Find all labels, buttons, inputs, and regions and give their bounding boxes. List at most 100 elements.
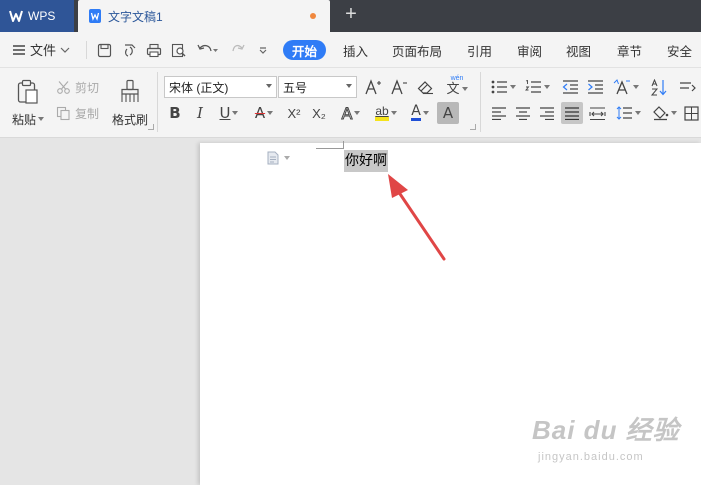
format-painter-button[interactable]: 格式刷 bbox=[108, 74, 152, 132]
change-case-button[interactable] bbox=[611, 76, 641, 98]
increase-indent-button[interactable] bbox=[584, 76, 606, 98]
grow-font-icon bbox=[365, 79, 381, 95]
cut-label: 剪切 bbox=[75, 80, 100, 95]
unsaved-indicator-icon bbox=[310, 13, 316, 19]
paste-label: 粘贴 bbox=[11, 112, 36, 127]
wps-app-tab[interactable]: WPS bbox=[0, 0, 74, 32]
new-tab-button[interactable]: + bbox=[340, 4, 362, 26]
menu-bar: 文件 开始 插入 页面布局 引用 审阅 视图 章节 安全 bbox=[0, 32, 701, 68]
font-name-select[interactable]: 宋体 (正文) bbox=[164, 76, 277, 98]
tab-insert[interactable]: 插入 bbox=[343, 40, 368, 60]
font-dialog-launcher[interactable] bbox=[470, 124, 476, 130]
highlight-button[interactable]: ab bbox=[370, 102, 402, 124]
align-justify-icon bbox=[565, 106, 579, 120]
paste-clipboard-icon bbox=[17, 79, 38, 104]
distributed-align-button[interactable] bbox=[586, 102, 608, 124]
change-case-icon bbox=[613, 79, 630, 95]
cut-button[interactable]: 剪切 bbox=[56, 78, 99, 96]
phonetic-guide-button[interactable]: wén 文 bbox=[442, 74, 472, 96]
title-bar: WPS 文字文稿1 + bbox=[0, 0, 701, 32]
undo-button[interactable] bbox=[194, 40, 220, 60]
font-name-value: 宋体 (正文) bbox=[169, 80, 229, 95]
justify-button[interactable] bbox=[561, 102, 583, 124]
decrease-indent-button[interactable] bbox=[559, 76, 581, 98]
numbering-button[interactable] bbox=[522, 76, 552, 98]
tab-view[interactable]: 视图 bbox=[566, 40, 591, 60]
italic-button[interactable]: I bbox=[189, 102, 211, 124]
bullets-button[interactable] bbox=[488, 76, 518, 98]
align-center-button[interactable] bbox=[512, 102, 534, 124]
numbering-dropdown-icon bbox=[543, 85, 550, 89]
shrink-font-button[interactable] bbox=[388, 76, 410, 98]
phonetic-label: 文 bbox=[446, 80, 460, 96]
underline-dropdown-icon bbox=[232, 111, 239, 115]
line-spacing-icon bbox=[616, 106, 632, 120]
shading-button[interactable] bbox=[649, 102, 679, 124]
change-case-dropdown-icon bbox=[633, 85, 639, 89]
font-color-button[interactable]: A bbox=[405, 102, 435, 124]
text-effect-label: A bbox=[341, 103, 353, 123]
save-icon bbox=[97, 43, 111, 57]
font-size-select[interactable]: 五号 bbox=[278, 76, 357, 98]
paint-bucket-icon bbox=[652, 105, 668, 120]
text-effect-dropdown-icon bbox=[354, 111, 361, 115]
align-right-icon bbox=[540, 106, 554, 120]
ribbon-home: 粘贴 剪切 复制 格式刷 宋体 (正文) 五号 wén 文 B I U A X²… bbox=[0, 68, 701, 138]
show-hide-marks-button[interactable] bbox=[676, 76, 700, 98]
underline-button[interactable]: U bbox=[214, 102, 244, 124]
paragraph-marks-icon bbox=[680, 82, 696, 92]
file-menu-button[interactable]: 文件 bbox=[12, 40, 70, 59]
align-center-icon bbox=[516, 106, 530, 120]
customize-quick-access-button[interactable] bbox=[253, 40, 273, 60]
grow-font-button[interactable] bbox=[362, 76, 384, 98]
bold-button[interactable]: B bbox=[164, 102, 186, 124]
strikethrough-label: A bbox=[254, 104, 266, 122]
export-pdf-button[interactable] bbox=[119, 40, 139, 60]
numbered-list-icon bbox=[524, 80, 541, 93]
save-button[interactable] bbox=[94, 40, 114, 60]
shading-dropdown-icon bbox=[670, 111, 677, 115]
printer-icon bbox=[146, 43, 162, 57]
format-painter-label: 格式刷 bbox=[111, 112, 148, 127]
superscript-button[interactable]: X² bbox=[283, 102, 305, 124]
align-right-button[interactable] bbox=[536, 102, 558, 124]
paste-button[interactable]: 粘贴 bbox=[10, 74, 46, 132]
font-size-value: 五号 bbox=[283, 80, 308, 95]
subscript-button[interactable]: X₂ bbox=[308, 102, 330, 124]
document-icon bbox=[267, 151, 279, 165]
highlight-label: ab bbox=[375, 105, 389, 121]
tab-page-layout[interactable]: 页面布局 bbox=[392, 40, 442, 60]
character-shading-button[interactable]: A bbox=[437, 102, 459, 124]
outdent-icon bbox=[562, 80, 578, 94]
baidu-jingyan-watermark: Bai du 经验 jingyan.baidu.com bbox=[532, 410, 682, 463]
tab-references[interactable]: 引用 bbox=[467, 40, 492, 60]
clipboard-dialog-launcher[interactable] bbox=[148, 124, 154, 130]
print-preview-button[interactable] bbox=[169, 40, 189, 60]
align-left-icon bbox=[492, 106, 506, 120]
tab-chapter[interactable]: 章节 bbox=[617, 40, 642, 60]
line-spacing-button[interactable] bbox=[613, 102, 643, 124]
watermark-logo-text: Bai du 经验 bbox=[532, 415, 680, 445]
print-preview-icon bbox=[171, 43, 186, 57]
clear-formatting-button[interactable] bbox=[414, 76, 436, 98]
tab-security[interactable]: 安全 bbox=[667, 40, 692, 60]
tab-review[interactable]: 审阅 bbox=[517, 40, 542, 60]
shrink-font-icon bbox=[391, 79, 407, 95]
scissors-icon bbox=[57, 80, 70, 94]
align-left-button[interactable] bbox=[488, 102, 510, 124]
text-effect-button[interactable]: A bbox=[336, 102, 366, 124]
paste-label-row: 粘贴 bbox=[12, 111, 44, 128]
app-name: WPS bbox=[28, 9, 56, 23]
tab-home[interactable]: 开始 bbox=[283, 40, 327, 60]
sort-button[interactable] bbox=[648, 76, 670, 98]
paragraph-options-button[interactable] bbox=[267, 151, 290, 165]
redo-button[interactable] bbox=[228, 40, 248, 60]
strikethrough-button[interactable]: A bbox=[249, 102, 279, 124]
document-tab[interactable]: 文字文稿1 bbox=[78, 0, 330, 32]
strikethrough-dropdown-icon bbox=[267, 111, 274, 115]
divider bbox=[157, 72, 158, 132]
print-button[interactable] bbox=[144, 40, 164, 60]
copy-button[interactable]: 复制 bbox=[56, 104, 99, 122]
borders-button[interactable] bbox=[681, 102, 701, 124]
underline-label: U bbox=[219, 104, 231, 122]
